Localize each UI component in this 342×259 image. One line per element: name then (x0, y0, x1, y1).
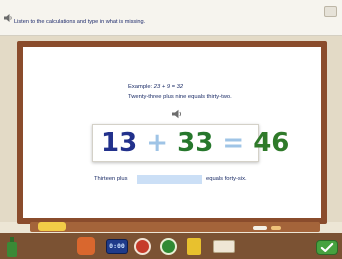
card-icon[interactable] (213, 240, 235, 253)
glue-bottle-icon[interactable] (6, 237, 18, 257)
instruction-bar: Listen to the calculations and type in w… (0, 0, 342, 36)
check-icon[interactable] (316, 240, 338, 255)
answer-row: Thirteen plus equals forty-six. (94, 175, 294, 184)
sponge-eraser[interactable] (38, 222, 66, 231)
example-equation: Example: 23 + 9 = 32 (128, 84, 183, 90)
timer-display[interactable]: 0:00 (106, 239, 128, 254)
stop-icon[interactable] (134, 238, 151, 255)
folder-icon[interactable] (187, 238, 201, 255)
instruction-text: Listen to the calculations and type in w… (14, 19, 146, 25)
operand-1: 13 (101, 128, 138, 158)
app-window: Listen to the calculations and type in w… (0, 0, 342, 259)
operand-2: 33 (177, 128, 214, 158)
result: 46 (253, 128, 290, 158)
answer-prefix: Thirteen plus (94, 176, 128, 182)
chalk-stick (253, 226, 267, 230)
example-equation-text: 23 + 9 = 32 (153, 84, 184, 90)
star-icon[interactable] (77, 237, 95, 255)
example-label: Example: (128, 84, 153, 90)
play-icon[interactable] (160, 238, 177, 255)
speaker-icon[interactable] (3, 13, 13, 23)
example-words: Twenty-three plus nine equals thirty-two… (128, 94, 232, 100)
answer-input[interactable] (137, 175, 202, 184)
speaker-icon[interactable] (171, 109, 183, 119)
chalk-stick (271, 226, 281, 230)
window-button[interactable] (324, 6, 337, 17)
equation-display: 13 + 33 = 46 (101, 128, 289, 158)
answer-suffix: equals forty-six. (206, 176, 247, 182)
plus-operator: + (146, 128, 169, 158)
wall-decoration (2, 96, 16, 246)
equals-operator: = (222, 128, 245, 158)
